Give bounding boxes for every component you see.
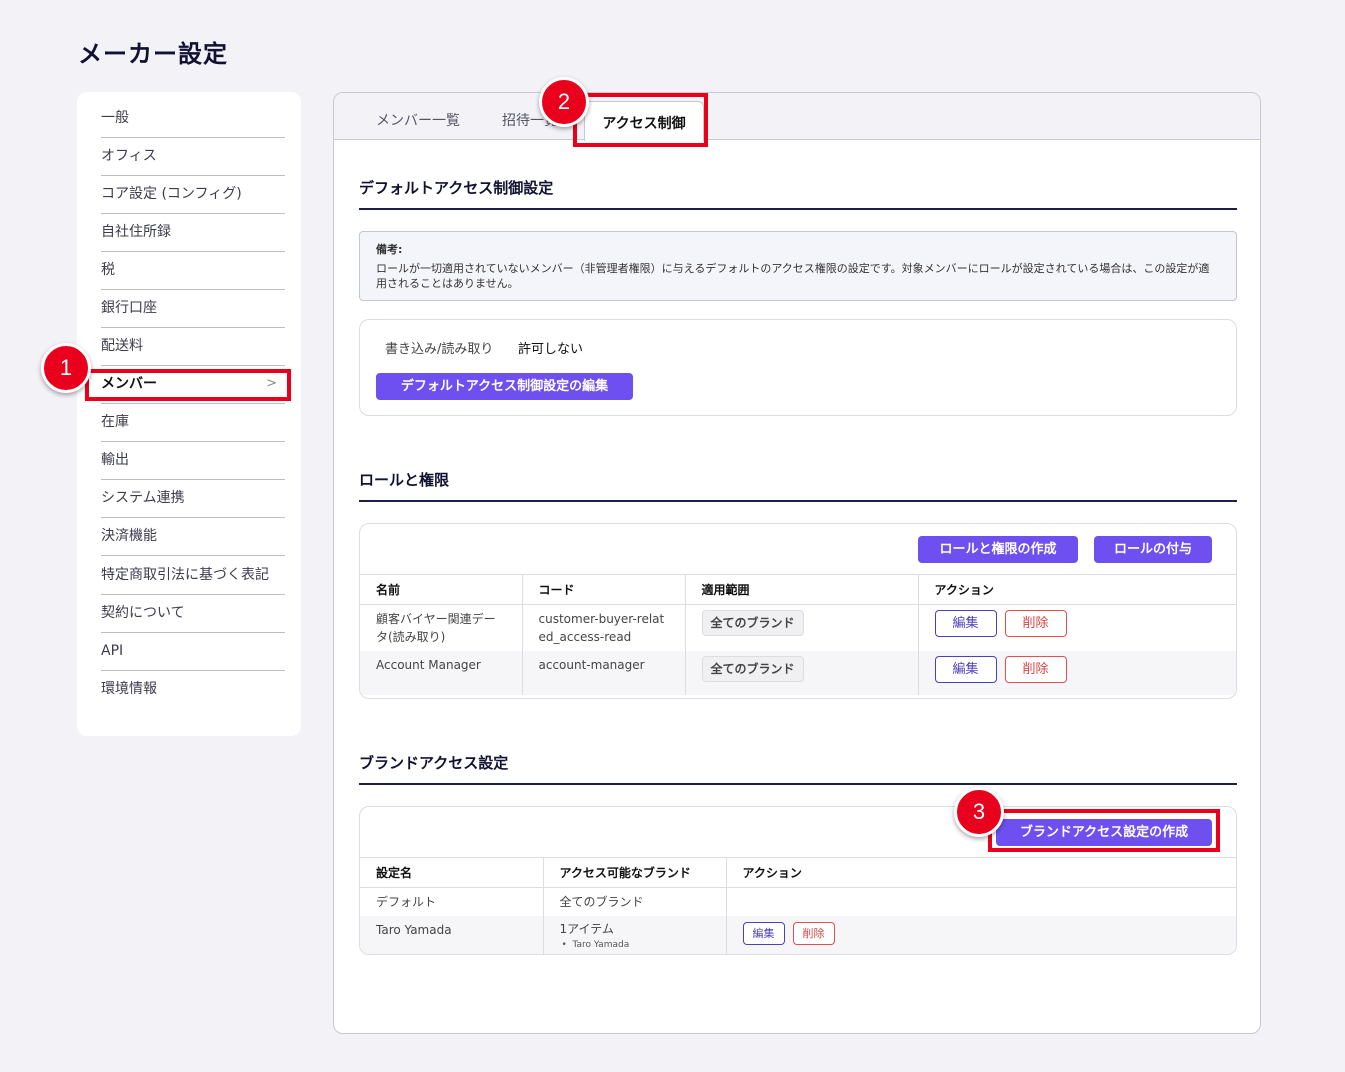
delete-brand-access-button[interactable]: 削除: [792, 922, 835, 945]
table-row: 顧客バイヤー関連データ(読み取り) customer-buyer-related…: [360, 604, 1236, 651]
delete-role-button[interactable]: 削除: [1004, 610, 1067, 637]
sidebar-item-tax[interactable]: 税: [101, 252, 285, 290]
section-title-default-access: デフォルトアクセス制御設定: [359, 177, 1237, 210]
table-row: Account Manager account-manager 全てのブランド …: [360, 651, 1236, 695]
role-code: account-manager: [521, 651, 685, 695]
setting-name: デフォルト: [376, 895, 437, 909]
sidebar-item-core-config[interactable]: コア設定 (コンフィグ): [101, 176, 285, 214]
annotation-number-2: 2: [539, 77, 589, 127]
sidebar-item-office[interactable]: オフィス: [101, 138, 285, 176]
edit-brand-access-button[interactable]: 編集: [742, 922, 785, 945]
column-header-accessible-brands: アクセス可能なブランド: [542, 857, 726, 888]
permission-value: 許可しない: [518, 342, 584, 357]
section-title-roles: ロールと権限: [359, 469, 1237, 502]
column-header-action: アクション: [917, 574, 1236, 605]
sidebar-item-general[interactable]: 一般: [101, 100, 285, 138]
sidebar-item-inventory[interactable]: 在庫: [101, 404, 285, 442]
annotation-number-1: 1: [41, 343, 91, 393]
brand-access-table: 設定名 アクセス可能なブランド アクション デフォルト 全てのブランド Taro…: [360, 857, 1236, 954]
create-role-button[interactable]: ロールと権限の作成: [918, 536, 1078, 563]
accessible-brands: 全てのブランド: [542, 887, 726, 916]
section-title-brand-access: ブランドアクセス設定: [359, 752, 1237, 785]
annotation-highlight-create-brand-access: [988, 809, 1220, 852]
table-row: デフォルト 全てのブランド: [360, 887, 1236, 916]
column-header-action: アクション: [725, 857, 1236, 888]
edit-role-button[interactable]: 編集: [934, 656, 997, 683]
sidebar-item-address-book[interactable]: 自社住所録: [101, 214, 285, 252]
sidebar-item-export[interactable]: 輸出: [101, 442, 285, 480]
sidebar-item-contract[interactable]: 契約について: [101, 595, 285, 633]
annotation-highlight-members: [85, 369, 291, 401]
main-panel: メンバー一覧 招待一覧 アクセス制御 デフォルトアクセス制御設定 備考: ロール…: [333, 92, 1261, 1034]
sidebar-item-environment[interactable]: 環境情報: [101, 671, 285, 708]
brand-list-item: • Taro Yamada: [561, 940, 630, 950]
sidebar-item-integrations[interactable]: システム連携: [101, 480, 285, 518]
note-box: 備考: ロールが一切適用されていないメンバー（非管理者権限）に与えるデフォルトの…: [359, 231, 1237, 301]
assign-role-button[interactable]: ロールの付与: [1094, 536, 1212, 563]
column-header-code: コード: [521, 574, 685, 605]
sidebar-item-commerce-law[interactable]: 特定商取引法に基づく表記: [101, 556, 285, 595]
note-label: 備考:: [376, 243, 403, 256]
sidebar: 一般 オフィス コア設定 (コンフィグ) 自社住所録 税 銀行口座 配送料 メン…: [77, 92, 301, 736]
tab-member-list[interactable]: メンバー一覧: [376, 110, 460, 130]
table-row: Taro Yamada 1アイテム • Taro Yamada 編集 削除: [360, 916, 1236, 954]
column-header-name: 名前: [360, 574, 522, 605]
edit-default-access-button[interactable]: デフォルトアクセス制御設定の編集: [376, 373, 633, 400]
edit-role-button[interactable]: 編集: [934, 610, 997, 637]
page-title: メーカー設定: [78, 40, 228, 68]
accessible-brands: 1アイテム: [559, 922, 614, 936]
annotation-number-3: 3: [954, 787, 1004, 837]
scope-badge: 全てのブランド: [701, 610, 804, 636]
sidebar-item-bank-account[interactable]: 銀行口座: [101, 290, 285, 328]
column-header-scope: 適用範囲: [684, 574, 918, 605]
scope-badge: 全てのブランド: [701, 656, 804, 682]
role-name: 顧客バイヤー関連データ(読み取り): [376, 612, 496, 644]
sidebar-item-payments[interactable]: 決済機能: [101, 518, 285, 556]
note-text: ロールが一切適用されていないメンバー（非管理者権限）に与えるデフォルトのアクセス…: [376, 262, 1210, 290]
setting-name: Taro Yamada: [360, 916, 543, 954]
delete-role-button[interactable]: 削除: [1004, 656, 1067, 683]
annotation-highlight-access-tab: [573, 93, 708, 147]
sidebar-item-api[interactable]: API: [101, 633, 285, 671]
role-name: Account Manager: [360, 651, 522, 695]
roles-card: ロールと権限の作成 ロールの付与 名前 コード 適用範囲 アクション 顧客バイヤ…: [359, 523, 1237, 699]
roles-table: 名前 コード 適用範囲 アクション 顧客バイヤー関連データ(読み取り) cust…: [360, 574, 1236, 695]
sidebar-item-shipping[interactable]: 配送料: [101, 328, 285, 366]
default-access-card: 書き込み/読み取り 許可しない デフォルトアクセス制御設定の編集: [359, 319, 1237, 416]
brand-name: Taro Yamada: [572, 940, 630, 950]
tab-bar: メンバー一覧 招待一覧 アクセス制御: [334, 93, 1260, 141]
role-code: customer-buyer-related_access-read: [521, 604, 685, 651]
permission-label: 書き込み/読み取り: [385, 342, 494, 357]
column-header-setting-name: 設定名: [360, 857, 543, 888]
